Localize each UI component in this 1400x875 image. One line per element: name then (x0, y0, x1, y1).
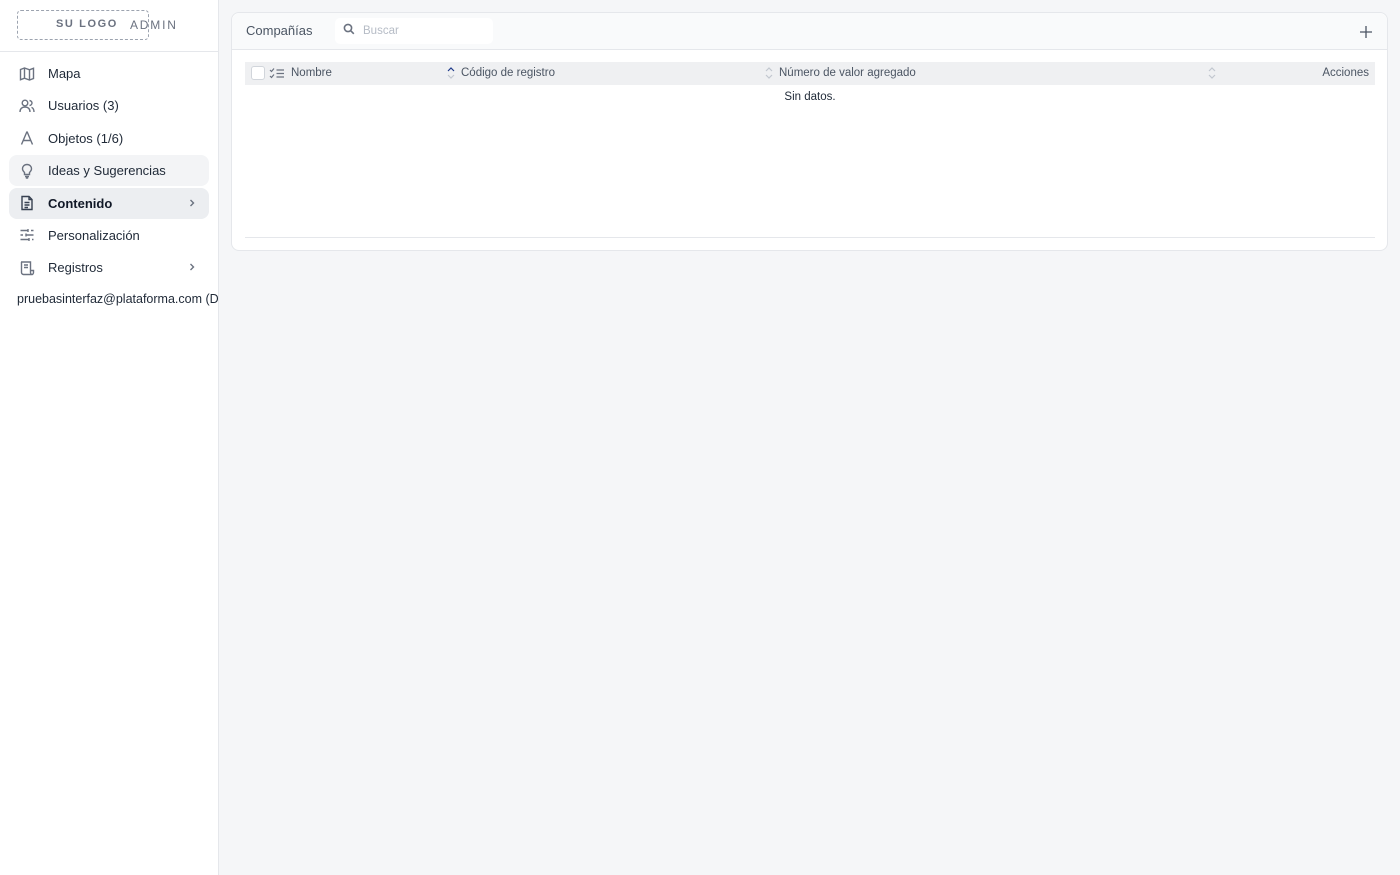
search-icon (343, 22, 355, 40)
sidebar-item-label: Personalización (48, 227, 140, 243)
logo-area: SU LOGO ADMIN (0, 0, 218, 52)
sort-icon[interactable] (1207, 65, 1217, 81)
sidebar-item-contenido[interactable]: Contenido (9, 187, 209, 219)
sliders-icon (19, 227, 35, 243)
column-header-codigo[interactable]: Código de registro (461, 67, 555, 79)
add-button[interactable] (1359, 25, 1373, 39)
column-header-nombre[interactable]: Nombre (291, 67, 332, 79)
column-header-acciones: Acciones (1322, 67, 1369, 79)
objects-icon (19, 130, 35, 146)
sidebar-item-label: Registros (48, 260, 103, 276)
logo-text: SU LOGO (56, 18, 118, 30)
sidebar-item-registros[interactable]: Registros (9, 252, 209, 283)
page-title: Compañías (246, 23, 313, 38)
lightbulb-icon (19, 163, 35, 179)
sort-icon[interactable] (446, 65, 456, 81)
document-icon (19, 195, 35, 211)
search-box[interactable] (335, 18, 493, 44)
sidebar-item-ideas[interactable]: Ideas y Sugerencias (9, 155, 209, 187)
sidebar-item-label: Mapa (48, 66, 81, 81)
sort-icon[interactable] (764, 65, 774, 81)
sidebar-item-label: Usuarios (3) (48, 98, 119, 114)
chevron-right-icon (186, 197, 198, 209)
sidebar: SU LOGO ADMIN Mapa Usuarios (3) Objetos … (0, 0, 219, 875)
user-email[interactable]: pruebasinterfaz@plataforma.com (D (17, 292, 218, 306)
card-header: Compañías (232, 13, 1387, 50)
sidebar-nav: Mapa Usuarios (3) Objetos (1/6) Ideas y … (9, 58, 209, 285)
chevron-right-icon (186, 261, 198, 273)
empty-state: Sin datos. (784, 91, 836, 103)
admin-label: ADMIN (130, 18, 178, 32)
companies-card: Compañías Nombre Código de registro (231, 12, 1388, 251)
sidebar-item-label: Contenido (48, 195, 113, 211)
search-input[interactable] (363, 25, 483, 37)
sidebar-item-objetos[interactable]: Objetos (1/6) (9, 123, 209, 154)
sidebar-item-label: Objetos (1/6) (48, 130, 124, 146)
plus-icon (1360, 26, 1372, 38)
table-header: Nombre Código de registro Número de valo… (245, 62, 1375, 85)
table-divider (245, 237, 1375, 238)
sidebar-item-usuarios[interactable]: Usuarios (3) (9, 90, 209, 121)
sidebar-item-mapa[interactable]: Mapa (9, 58, 209, 89)
select-all-checkbox[interactable] (251, 66, 265, 80)
sidebar-item-personalizacion[interactable]: Personalización (9, 220, 209, 251)
users-icon (19, 98, 35, 114)
column-header-numero[interactable]: Número de valor agregado (779, 67, 916, 79)
sidebar-item-label: Ideas y Sugerencias (48, 163, 166, 179)
column-menu-icon[interactable] (269, 67, 285, 80)
companies-table: Nombre Código de registro Número de valo… (245, 62, 1375, 109)
scroll-icon (19, 260, 35, 276)
map-icon (19, 66, 35, 82)
